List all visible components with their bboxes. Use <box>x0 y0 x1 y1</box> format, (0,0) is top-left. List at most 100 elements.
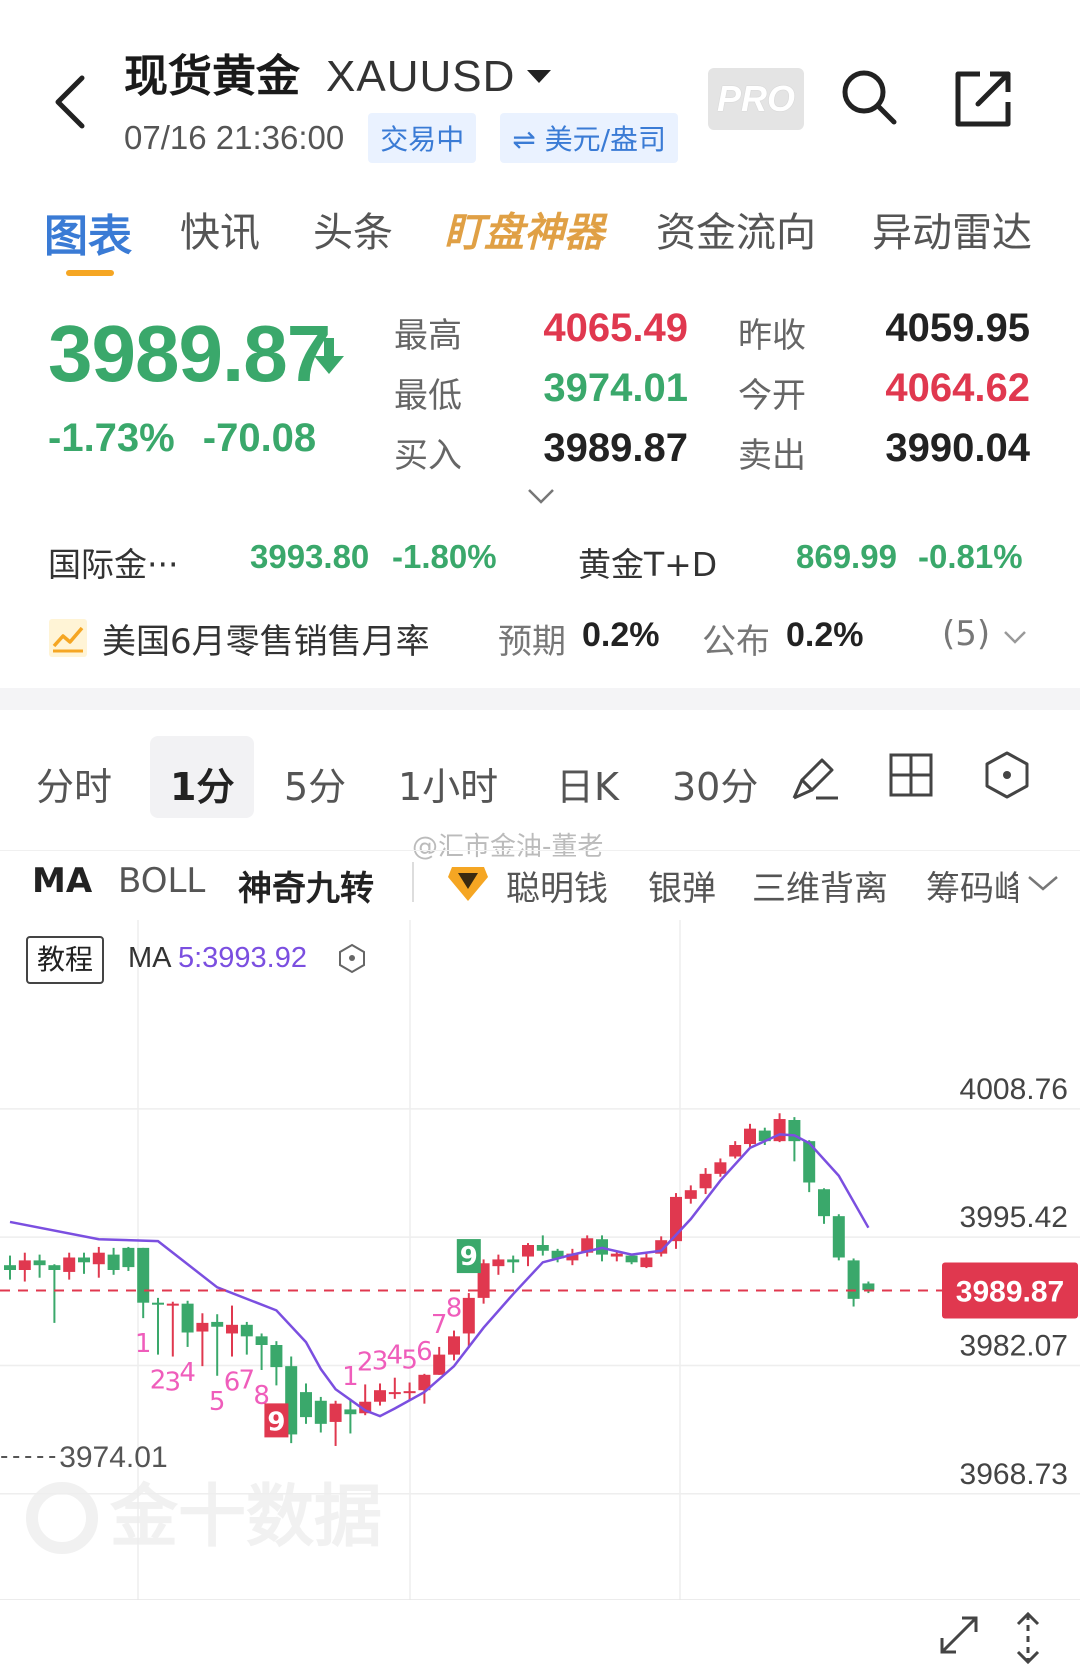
event-expect-label: 预期 <box>498 622 566 662</box>
drawing-pen-icon[interactable] <box>788 748 842 802</box>
candle-up <box>699 1173 712 1189</box>
td-count-label: 8 <box>446 1294 463 1324</box>
indicator-3d-divergence[interactable]: 三维背离 <box>752 861 888 910</box>
candle-up <box>492 1259 505 1267</box>
td-count-label: 9 <box>460 1242 478 1272</box>
high-value: 4065.49 <box>543 306 688 350</box>
indicator-silver-bullet[interactable]: 银弹 <box>648 861 716 910</box>
ask-label: 卖出 <box>738 436 806 476</box>
unit-switch-badge[interactable]: ⇌ 美元/盎司 <box>500 113 679 163</box>
candle-down <box>862 1283 875 1291</box>
indicator-smart-money[interactable]: 聪明钱 <box>506 861 608 910</box>
prev-close-value: 4059.95 <box>885 306 1030 350</box>
pro-button[interactable]: PRO <box>708 68 804 130</box>
candle-up <box>403 1391 416 1394</box>
candle-down <box>152 1302 164 1305</box>
candle-up <box>166 1303 179 1306</box>
chevron-down-icon <box>1004 631 1026 644</box>
tab-headlines[interactable]: 头条 <box>313 200 393 258</box>
candle-up <box>522 1245 534 1257</box>
arrow-down-icon <box>314 338 344 374</box>
chevron-down-icon[interactable] <box>526 486 556 506</box>
diamond-badge-icon <box>448 867 488 901</box>
candle-up <box>329 1403 342 1422</box>
search-icon[interactable] <box>838 66 900 128</box>
candle-down <box>137 1247 150 1303</box>
candle-up <box>729 1145 742 1157</box>
instrument-name: 现货黄金 <box>124 51 300 102</box>
candle-down <box>818 1189 830 1217</box>
candle-up <box>773 1119 786 1142</box>
low-label: 最低 <box>394 376 462 416</box>
y-tick-label: 3982.07 <box>960 1329 1068 1362</box>
related-instruments: 国际金··· 3993.80 -1.80% 黄金T+D 869.99 -0.81… <box>48 538 1038 588</box>
ask-value: 3990.04 <box>885 426 1030 470</box>
share-icon[interactable] <box>952 68 1016 130</box>
economic-event[interactable]: 美国6月零售销售月率 预期 0.2% 公布 0.2% (5) <box>48 614 1038 664</box>
tab-flash-news[interactable]: 快讯 <box>180 200 260 258</box>
tab-chart[interactable]: 图表 <box>44 200 132 264</box>
related-label-intl-gold[interactable]: 国际金··· <box>48 538 178 586</box>
candle-up <box>63 1257 76 1272</box>
change-amount: -70.08 <box>202 416 317 460</box>
last-price: 3989.87 <box>48 309 331 398</box>
related-label-td[interactable]: 黄金T+D <box>578 538 717 586</box>
chart-trend-icon <box>49 619 87 657</box>
tab-movement-radar[interactable]: 异动雷达 <box>872 200 1032 258</box>
candle-up <box>714 1162 727 1174</box>
timeframe-intraday[interactable]: 分时 <box>36 756 112 811</box>
related-price-intl-gold: 3993.80 <box>250 538 370 575</box>
candle-down <box>33 1260 46 1266</box>
chevron-down-icon[interactable] <box>1026 873 1060 893</box>
candlestick-chart[interactable]: 金十数据 4008.763995.423982.073968.7320:5521… <box>0 920 1080 1600</box>
layout-grid-icon[interactable] <box>884 748 938 802</box>
current-price-label: 3989.87 <box>956 1275 1064 1308</box>
event-expect-value: 0.2% <box>582 616 660 654</box>
candle-down <box>847 1260 860 1299</box>
settings-hexagon-icon[interactable] <box>980 748 1034 802</box>
section-divider <box>0 688 1080 710</box>
candle-down <box>181 1303 194 1333</box>
timeframe-1min[interactable]: 1分 <box>170 756 234 811</box>
tutorial-button[interactable]: 教程 <box>26 936 104 984</box>
ma-value: 5:3993.92 <box>177 942 307 974</box>
fullscreen-icon[interactable] <box>934 1610 984 1660</box>
timeframe-daily[interactable]: 日K <box>556 756 619 811</box>
candle-down <box>4 1265 16 1270</box>
candle-down <box>78 1257 90 1263</box>
open-value: 4064.62 <box>885 366 1030 410</box>
ma-legend: MA 5:3993.92 <box>128 942 307 975</box>
candle-up <box>18 1260 31 1270</box>
candle-up <box>462 1297 475 1334</box>
indicator-chip-peak[interactable]: 筹码峰 <box>926 861 1018 910</box>
jin10-watermark: 金十数据 <box>109 1478 382 1557</box>
indicator-ma[interactable]: MA <box>32 861 92 901</box>
candle-up <box>684 1190 697 1199</box>
instrument-symbol-dropdown[interactable]: XAUUSD <box>326 52 552 102</box>
tab-monitor-tool[interactable]: 盯盘神器 <box>444 200 604 258</box>
timeframe-30min[interactable]: 30分 <box>672 756 758 811</box>
indicator-td-nine[interactable]: 神奇九转 <box>238 861 374 910</box>
indicator-boll[interactable]: BOLL <box>118 861 205 901</box>
timeframe-1hour[interactable]: 1小时 <box>398 756 498 811</box>
back-icon[interactable] <box>50 72 90 132</box>
bid-label: 买入 <box>394 436 462 476</box>
ma-prefix: MA <box>128 942 170 974</box>
y-tick-label: 3995.42 <box>960 1201 1068 1234</box>
candle-up <box>433 1354 446 1375</box>
low-annotation-label: 3974.01 <box>59 1441 167 1474</box>
vertical-scale-icon[interactable] <box>1008 1610 1048 1666</box>
status-row: 07/16 21:36:00 交易中 ⇌ 美元/盎司 <box>124 113 679 163</box>
td-count-label: 6 <box>416 1337 433 1367</box>
high-label: 最高 <box>394 316 462 356</box>
candle-down <box>344 1409 357 1415</box>
candle-up <box>374 1390 386 1402</box>
event-title: 美国6月零售销售月率 <box>102 622 430 662</box>
chart-tools <box>934 1610 1064 1666</box>
ma-settings-icon[interactable] <box>336 942 368 974</box>
candle-down <box>507 1259 520 1263</box>
indicator-bar: MA BOLL 神奇九转 聪明钱 银弹 三维背离 筹码峰 <box>0 850 1080 920</box>
indicator-divider <box>412 862 414 902</box>
tab-fund-flow[interactable]: 资金流向 <box>656 200 816 258</box>
timeframe-5min[interactable]: 5分 <box>284 756 346 811</box>
